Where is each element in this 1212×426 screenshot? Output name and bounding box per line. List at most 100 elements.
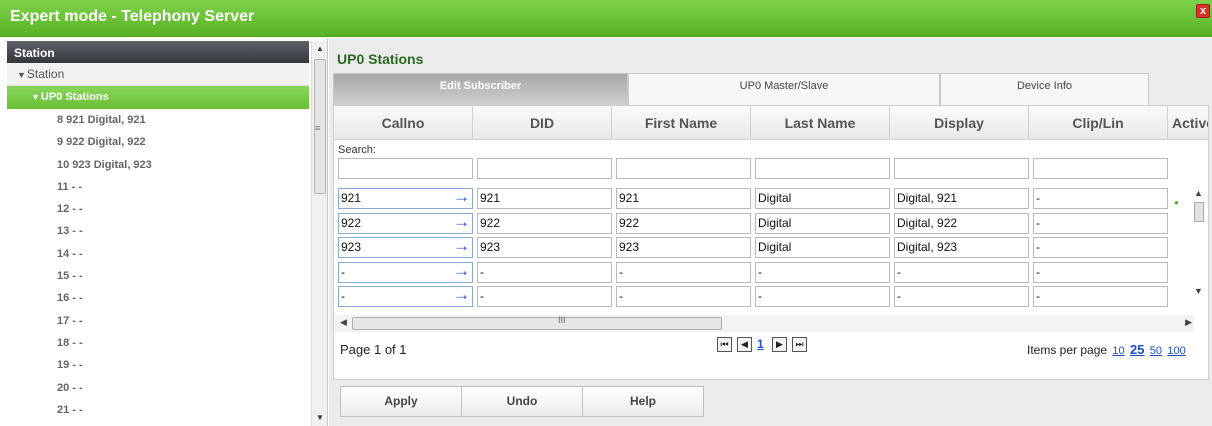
- scroll-right-icon[interactable]: ▶: [1185, 317, 1192, 328]
- grip-icon: III: [558, 315, 566, 325]
- scroll-thumb[interactable]: [1194, 202, 1204, 222]
- column-header-last-name[interactable]: Last Name: [751, 106, 890, 140]
- column-header-active[interactable]: Active: [1168, 106, 1208, 140]
- arrow-right-icon[interactable]: →: [453, 189, 470, 206]
- column-header-did[interactable]: DID: [473, 106, 612, 140]
- table-cell[interactable]: 923: [477, 237, 612, 258]
- tree-node-station-item[interactable]: 17 - -: [7, 310, 309, 332]
- grip-icon: ≡: [315, 123, 321, 133]
- arrow-right-icon[interactable]: →: [453, 214, 470, 231]
- search-input[interactable]: [477, 158, 612, 179]
- table-cell[interactable]: -: [1033, 212, 1168, 234]
- table-cell[interactable]: 921: [616, 188, 751, 209]
- tree-node-station-item[interactable]: 13 - -: [7, 220, 309, 242]
- table-cell[interactable]: -: [1033, 261, 1168, 283]
- table-cell[interactable]: -: [1033, 188, 1168, 209]
- tree-node-station-item[interactable]: 15 - -: [7, 265, 309, 287]
- tree-node-station-item[interactable]: 16 - -: [7, 287, 309, 309]
- tree-node-station-item[interactable]: 12 - -: [7, 198, 309, 220]
- table-cell[interactable]: Digital: [755, 237, 890, 258]
- tree-node-station-item[interactable]: 21 - -: [7, 399, 309, 421]
- column-header-clip-lin[interactable]: Clip/Lin: [1029, 106, 1168, 140]
- table-cell[interactable]: -: [477, 261, 612, 283]
- callno-field[interactable]: 921 →: [338, 188, 473, 209]
- table-cell[interactable]: Digital, 922: [894, 212, 1029, 234]
- column-header-callno[interactable]: Callno: [334, 106, 473, 140]
- page-size-50[interactable]: 50: [1150, 345, 1162, 357]
- tree-node-station-item[interactable]: 14 - -: [7, 243, 309, 265]
- search-input[interactable]: [1033, 158, 1168, 179]
- column-header-display[interactable]: Display: [890, 106, 1029, 140]
- callno-field[interactable]: 923 →: [338, 237, 473, 258]
- search-input[interactable]: [338, 158, 473, 179]
- table-cell[interactable]: -: [1033, 237, 1168, 258]
- table-cell[interactable]: -: [616, 286, 751, 307]
- table-cell[interactable]: Digital, 921: [894, 188, 1029, 209]
- scroll-up-icon[interactable]: ▲: [312, 41, 328, 57]
- search-input[interactable]: [894, 158, 1029, 179]
- scroll-up-icon[interactable]: ▲: [1194, 188, 1203, 198]
- tab-up0-master-slave[interactable]: UP0 Master/Slave: [628, 73, 940, 105]
- subscriber-grid-panel: Callno DID First Name Last Name Display …: [333, 105, 1209, 380]
- scroll-thumb[interactable]: [352, 317, 722, 330]
- close-icon[interactable]: x: [1196, 4, 1210, 18]
- main-panel: UP0 Stations Edit Subscriber UP0 Master/…: [329, 38, 1212, 426]
- table-cell[interactable]: -: [755, 286, 890, 307]
- table-cell[interactable]: -: [477, 286, 612, 307]
- table-cell[interactable]: Digital, 923: [894, 237, 1029, 258]
- arrow-right-icon[interactable]: →: [453, 263, 470, 280]
- tree-node-station-item[interactable]: 11 - -: [7, 176, 309, 198]
- arrow-right-icon[interactable]: →: [453, 238, 470, 255]
- sidebar: Station ▼Station ▼UP0 Stations 8 921 Dig…: [0, 38, 328, 426]
- table-cell[interactable]: 923: [616, 237, 751, 258]
- cell-value: -: [1036, 264, 1040, 279]
- next-page-icon[interactable]: ▶: [772, 337, 787, 352]
- table-cell[interactable]: -: [894, 286, 1029, 307]
- cell-value: Digital: [758, 240, 792, 254]
- table-cell[interactable]: -: [755, 261, 890, 283]
- tree-node-station-item[interactable]: 20 - -: [7, 377, 309, 399]
- help-button[interactable]: Help: [582, 386, 704, 417]
- callno-field[interactable]: 922 →: [338, 212, 473, 234]
- table-cell[interactable]: Digital: [755, 212, 890, 234]
- tree-node-station[interactable]: ▼Station: [7, 63, 309, 86]
- callno-field[interactable]: - →: [338, 286, 473, 307]
- grid-vertical-scrollbar[interactable]: ▲ ▼: [1190, 188, 1208, 300]
- status-dot-icon: ●: [1174, 198, 1179, 207]
- tree-node-station-item[interactable]: 18 - -: [7, 332, 309, 354]
- undo-button[interactable]: Undo: [461, 386, 583, 417]
- scroll-down-icon[interactable]: ▼: [1194, 286, 1203, 296]
- search-input[interactable]: [755, 158, 890, 179]
- callno-field[interactable]: - →: [338, 261, 473, 283]
- table-cell[interactable]: Digital: [755, 188, 890, 209]
- page-size-10[interactable]: 10: [1112, 345, 1124, 357]
- table-cell[interactable]: 922: [477, 212, 612, 234]
- tree-node-up0-stations[interactable]: ▼UP0 Stations: [7, 86, 309, 109]
- last-page-icon[interactable]: ⏭: [792, 337, 807, 352]
- page-size-25[interactable]: 25: [1130, 342, 1144, 357]
- first-page-icon[interactable]: ⏮: [717, 337, 732, 352]
- table-cell[interactable]: -: [1033, 286, 1168, 307]
- current-page-link[interactable]: 1: [757, 337, 764, 351]
- page-indicator: Page 1 of 1: [340, 342, 407, 357]
- scroll-left-icon[interactable]: ◀: [340, 317, 347, 328]
- tab-device-info[interactable]: Device Info: [940, 73, 1149, 105]
- tree-node-station-item[interactable]: 10 923 Digital, 923: [7, 154, 309, 176]
- prev-page-icon[interactable]: ◀: [737, 337, 752, 352]
- tree-node-station-item[interactable]: 19 - -: [7, 354, 309, 376]
- table-cell[interactable]: 921: [477, 188, 612, 209]
- grid-horizontal-scrollbar[interactable]: ◀ III ▶: [334, 315, 1194, 332]
- search-input[interactable]: [616, 158, 751, 179]
- page-size-100[interactable]: 100: [1167, 345, 1185, 357]
- scroll-down-icon[interactable]: ▼: [312, 410, 328, 426]
- table-cell[interactable]: -: [616, 261, 751, 283]
- arrow-right-icon[interactable]: →: [453, 287, 470, 304]
- apply-button[interactable]: Apply: [340, 386, 462, 417]
- tree-node-station-item[interactable]: 9 922 Digital, 922: [7, 131, 309, 153]
- tab-edit-subscriber[interactable]: Edit Subscriber: [333, 73, 628, 105]
- column-header-first-name[interactable]: First Name: [612, 106, 751, 140]
- sidebar-scrollbar[interactable]: ▲ ≡ ▼: [311, 41, 327, 426]
- table-cell[interactable]: 922: [616, 212, 751, 234]
- tree-node-station-item[interactable]: 8 921 Digital, 921: [7, 109, 309, 131]
- table-cell[interactable]: -: [894, 261, 1029, 283]
